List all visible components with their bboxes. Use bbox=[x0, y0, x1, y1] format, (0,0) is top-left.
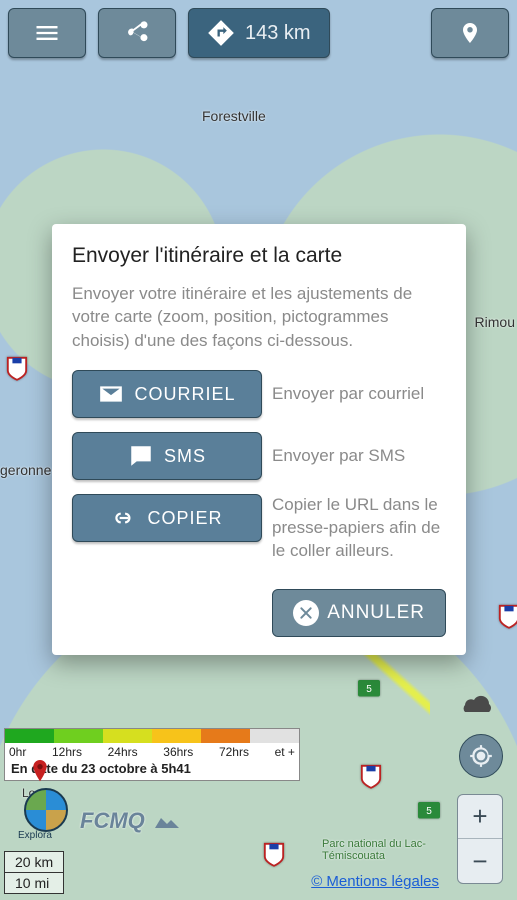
dialog-description: Envoyer votre itinéraire et les ajusteme… bbox=[72, 282, 446, 352]
svg-text:5: 5 bbox=[366, 684, 372, 695]
legend-gradient bbox=[5, 729, 299, 743]
legend-tick: 24hrs bbox=[108, 745, 138, 759]
trail-marker-icon: 5 bbox=[418, 802, 440, 828]
trail-marker-icon: 5 bbox=[358, 680, 380, 706]
legend-tick: 72hrs bbox=[219, 745, 249, 759]
zoom-control: + − bbox=[457, 794, 503, 884]
send-sms-desc: Envoyer par SMS bbox=[272, 445, 405, 468]
target-icon bbox=[468, 743, 494, 769]
email-icon bbox=[98, 381, 124, 407]
share-icon bbox=[123, 19, 151, 47]
send-email-label: COURRIEL bbox=[134, 384, 235, 405]
route-distance: 143 km bbox=[245, 22, 311, 45]
location-button[interactable] bbox=[431, 8, 509, 58]
weather-icon[interactable] bbox=[459, 688, 499, 721]
zoom-out-button[interactable]: − bbox=[458, 839, 502, 883]
legend-tick: 12hrs bbox=[52, 745, 82, 759]
close-icon bbox=[293, 600, 319, 626]
parc-label: Parc national du Lac-Témiscouata bbox=[322, 838, 442, 862]
via-explora-logo bbox=[24, 788, 68, 832]
copy-url-desc: Copier le URL dans le presse-papiers afi… bbox=[272, 494, 446, 563]
svg-text:5: 5 bbox=[426, 806, 432, 817]
map-pin-red-icon bbox=[28, 760, 52, 784]
directions-button[interactable]: 143 km bbox=[188, 8, 330, 58]
legal-link[interactable]: © Mentions légales bbox=[311, 873, 439, 890]
route-shield-icon bbox=[263, 842, 285, 868]
share-dialog: Envoyer l'itinéraire et la carte Envoyer… bbox=[52, 224, 466, 655]
scale-km: 20 km bbox=[5, 852, 64, 872]
send-sms-label: SMS bbox=[164, 446, 206, 467]
link-icon bbox=[111, 505, 137, 531]
send-email-desc: Envoyer par courriel bbox=[272, 383, 424, 406]
city-geronne: geronne bbox=[0, 462, 51, 478]
hamburger-icon bbox=[33, 19, 61, 47]
route-shield-icon bbox=[360, 764, 382, 790]
city-forestville: Forestville bbox=[202, 108, 266, 124]
geolocate-button[interactable] bbox=[459, 734, 503, 778]
sms-icon bbox=[128, 443, 154, 469]
city-rimouski: Rimou bbox=[475, 314, 515, 330]
zoom-in-button[interactable]: + bbox=[458, 795, 502, 839]
pin-icon bbox=[458, 19, 482, 47]
dialog-title: Envoyer l'itinéraire et la carte bbox=[72, 244, 446, 268]
send-sms-button[interactable]: SMS bbox=[72, 432, 262, 480]
copy-url-button[interactable]: COPIER bbox=[72, 494, 262, 542]
legend-tick: 0hr bbox=[9, 745, 26, 759]
cancel-label: ANNULER bbox=[327, 602, 425, 624]
menu-button[interactable] bbox=[8, 8, 86, 58]
directions-icon bbox=[207, 19, 235, 47]
via-explora-text: Explora bbox=[18, 830, 52, 841]
cancel-button[interactable]: ANNULER bbox=[272, 589, 446, 637]
route-shield-icon bbox=[6, 356, 28, 382]
legend-tick: 36hrs bbox=[163, 745, 193, 759]
legend-tick: et + bbox=[275, 745, 295, 759]
share-button[interactable] bbox=[98, 8, 176, 58]
send-email-button[interactable]: COURRIEL bbox=[72, 370, 262, 418]
route-shield-icon bbox=[498, 604, 517, 630]
copy-url-label: COPIER bbox=[147, 508, 222, 529]
map-scale: 20 km 10 mi bbox=[4, 851, 64, 894]
scale-mi: 10 mi bbox=[5, 872, 64, 893]
fcmq-logo: FCMQ bbox=[80, 808, 193, 834]
